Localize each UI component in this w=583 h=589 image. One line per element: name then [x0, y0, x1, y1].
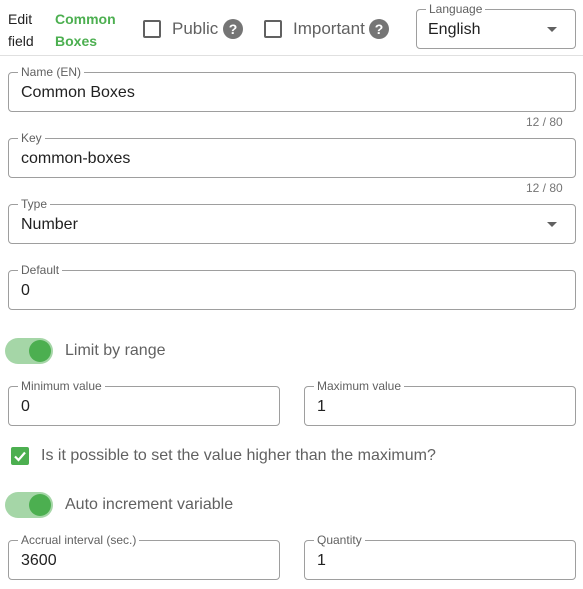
chevron-down-icon — [547, 222, 557, 227]
check-icon — [14, 451, 26, 462]
key-field-value: common-boxes — [21, 150, 131, 167]
limit-by-range-label[interactable]: Limit by range — [65, 341, 166, 361]
accrual-interval-field[interactable]: Accrual interval (sec.) 3600 — [8, 533, 280, 580]
key-char-counter: 12 / 80 — [526, 181, 563, 195]
language-select-label: Language — [426, 2, 486, 16]
auto-increment-label[interactable]: Auto increment variable — [65, 495, 233, 515]
type-select[interactable]: Type Number — [8, 197, 576, 244]
default-field[interactable]: Default 0 — [8, 263, 576, 310]
important-help-icon[interactable]: ? — [369, 19, 389, 39]
quantity-label: Quantity — [314, 533, 365, 547]
default-field-label: Default — [18, 263, 63, 277]
minimum-value-field[interactable]: Minimum value 0 — [8, 379, 280, 426]
language-select-value: English — [428, 21, 481, 38]
limit-by-range-switch[interactable] — [5, 338, 53, 364]
important-label[interactable]: Important — [293, 19, 365, 39]
chevron-down-icon — [547, 27, 557, 32]
minimum-value-value: 0 — [21, 398, 30, 415]
allow-exceed-checkbox[interactable] — [11, 447, 29, 465]
accrual-interval-label: Accrual interval (sec.) — [18, 533, 140, 547]
default-field-value: 0 — [21, 282, 30, 299]
maximum-value-value: 1 — [317, 398, 326, 415]
edit-field-label: Edit field — [8, 11, 34, 49]
maximum-value-label: Maximum value — [314, 379, 405, 393]
allow-exceed-label[interactable]: Is it possible to set the value higher t… — [41, 446, 436, 466]
public-checkbox[interactable] — [143, 20, 161, 38]
public-label[interactable]: Public — [172, 19, 218, 39]
language-select[interactable]: Language English — [416, 2, 576, 49]
switch-thumb — [29, 494, 51, 516]
field-name-title: Common Boxes — [55, 11, 116, 49]
public-help-icon[interactable]: ? — [223, 19, 243, 39]
name-field-label: Name (EN) — [18, 65, 85, 79]
minimum-value-label: Minimum value — [18, 379, 105, 393]
accrual-interval-value: 3600 — [21, 552, 57, 569]
quantity-value: 1 — [317, 552, 326, 569]
key-field[interactable]: Key common-boxes — [8, 131, 576, 178]
name-char-counter: 12 / 80 — [526, 115, 563, 129]
editor-header: Edit field Common Boxes Public ? Importa… — [0, 0, 583, 56]
key-field-label: Key — [18, 131, 45, 145]
name-field-value: Common Boxes — [21, 84, 135, 101]
important-checkbox[interactable] — [264, 20, 282, 38]
type-select-value: Number — [21, 216, 78, 233]
maximum-value-field[interactable]: Maximum value 1 — [304, 379, 576, 426]
quantity-field[interactable]: Quantity 1 — [304, 533, 576, 580]
auto-increment-switch[interactable] — [5, 492, 53, 518]
switch-thumb — [29, 340, 51, 362]
name-field[interactable]: Name (EN) Common Boxes — [8, 65, 576, 112]
type-select-label: Type — [18, 197, 51, 211]
